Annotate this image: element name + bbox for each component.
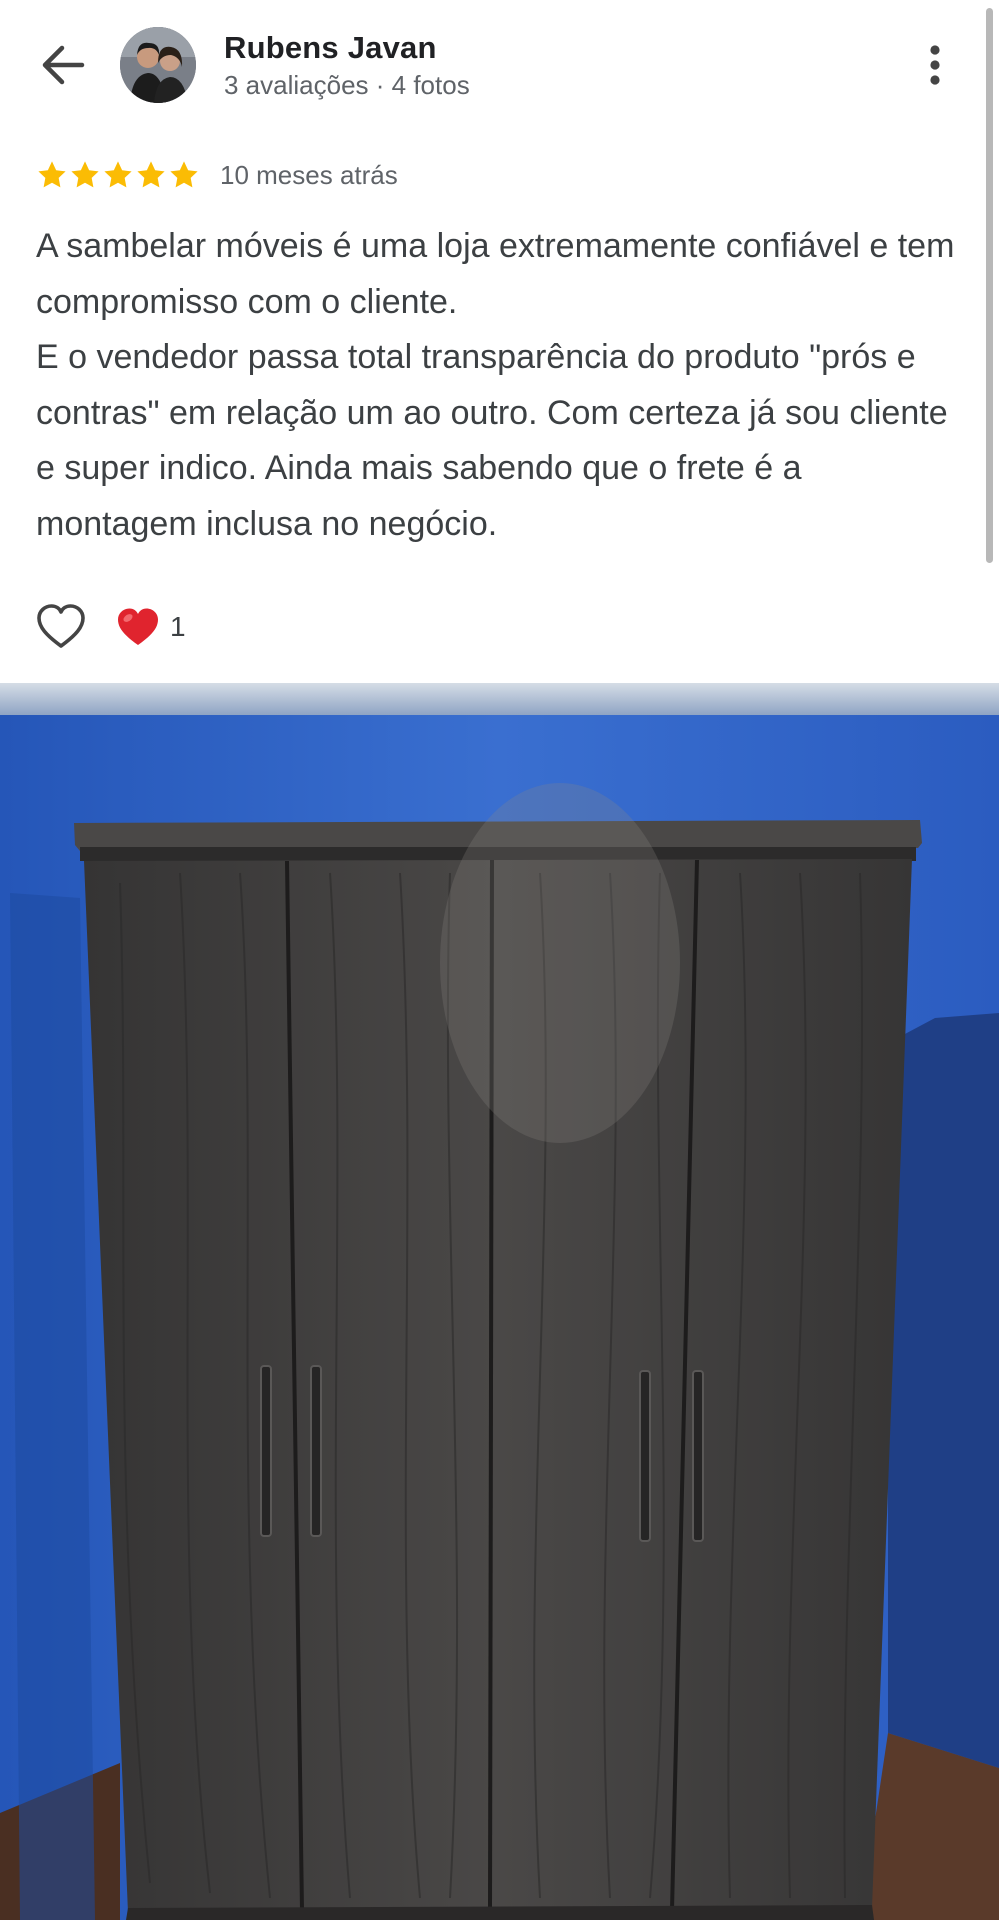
reviewer-meta: 3 avaliações · 4 fotos <box>224 70 470 100</box>
star-icon <box>71 161 99 188</box>
reviewer-avatar[interactable] <box>120 27 196 103</box>
reaction-summary[interactable]: 1 <box>116 606 186 648</box>
review-header: Rubens Javan 3 avaliações · 4 fotos <box>0 0 999 130</box>
scrollbar[interactable] <box>986 8 993 563</box>
reaction-count: 1 <box>170 611 186 642</box>
red-heart-icon <box>118 608 158 645</box>
wardrobe-photo <box>0 683 999 1920</box>
more-options-button[interactable] <box>920 40 950 90</box>
review-photo[interactable] <box>0 683 999 1920</box>
arrow-back-icon <box>42 45 85 85</box>
more-vert-icon <box>930 45 940 85</box>
review-time: 10 meses atrás <box>220 159 398 190</box>
star-icon <box>137 161 165 188</box>
review-actions: 1 <box>36 602 186 652</box>
star-rating <box>36 159 200 191</box>
star-icon <box>104 161 132 188</box>
heart-outline-icon <box>37 604 85 648</box>
reviewer-name[interactable]: Rubens Javan <box>224 30 437 66</box>
star-icon <box>38 161 66 188</box>
rating-row: 10 meses atrás <box>36 157 398 193</box>
review-text: A sambelar móveis é uma loja extremament… <box>36 227 955 543</box>
back-button[interactable] <box>38 42 88 88</box>
star-icon <box>170 161 198 188</box>
like-button[interactable] <box>36 603 86 651</box>
